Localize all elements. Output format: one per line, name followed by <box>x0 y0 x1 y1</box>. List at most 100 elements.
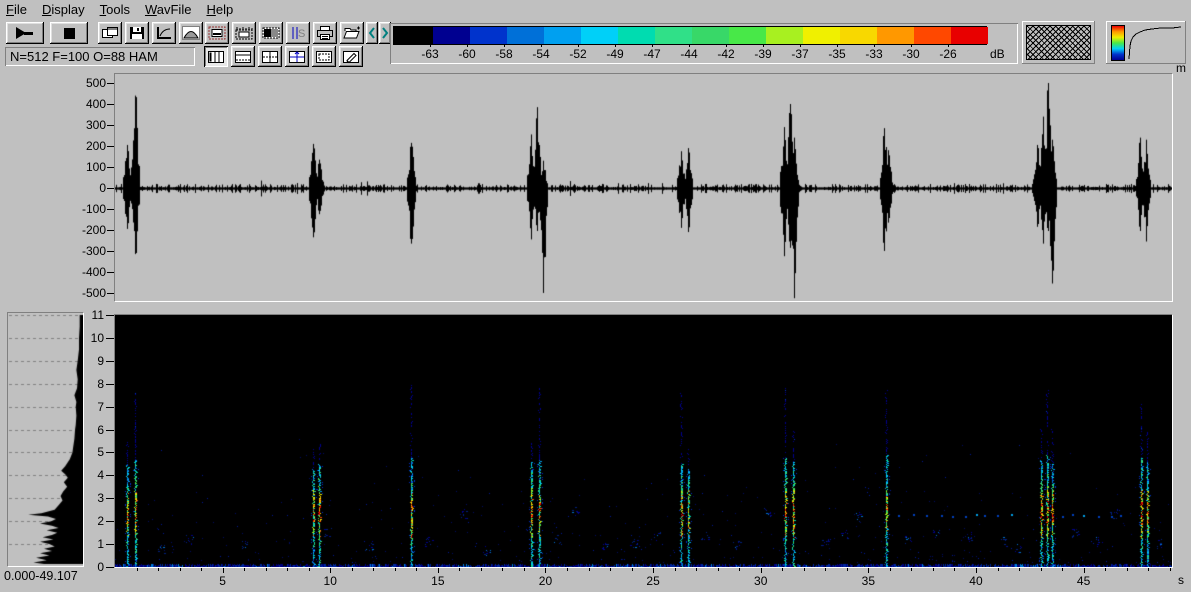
time-axis-tick <box>523 568 525 571</box>
colorbar-tick-label: -52 <box>569 47 587 61</box>
time-axis-tick <box>1040 568 1042 571</box>
transfer-curve-icon <box>1128 26 1182 60</box>
colorbar-segment <box>581 27 618 44</box>
waveform-ytick-label: 100 <box>85 160 106 174</box>
time-axis-tick <box>416 568 418 571</box>
colorbar-tick-label: -60 <box>458 47 476 61</box>
window-function-button[interactable] <box>179 22 203 44</box>
layout-single-pane-icon <box>315 50 333 64</box>
spectrogram-ytick <box>106 544 114 546</box>
spectrogram-ytick-label: 3 <box>97 491 104 506</box>
time-unit-label: s <box>1178 573 1184 587</box>
waveform-ytick <box>107 146 114 147</box>
layout-quad-arrows-button[interactable] <box>285 46 309 67</box>
time-axis-tick <box>825 568 827 571</box>
menu-file[interactable]: File <box>6 2 27 17</box>
time-axis-tick <box>846 568 848 571</box>
time-axis-tick <box>1019 568 1021 571</box>
spectrogram-ytick <box>106 452 114 454</box>
layout-single-pane-button[interactable] <box>312 46 336 67</box>
spectrogram-plot[interactable] <box>115 315 1172 567</box>
palette-gradient-bar <box>1111 25 1125 61</box>
cascade-windows-button[interactable] <box>98 22 122 44</box>
layout-quad-icon <box>261 50 279 64</box>
spectrogram-ytick-label: 1 <box>97 537 104 552</box>
open-file-button[interactable] <box>340 22 364 44</box>
spectrogram-ytick-label: 4 <box>97 468 104 483</box>
time-axis-tick <box>631 568 633 571</box>
time-axis-tick-label: 35 <box>861 574 876 588</box>
colorbar-segment <box>692 27 729 44</box>
edit-annotations-button[interactable] <box>339 46 363 67</box>
shade-region-button[interactable] <box>259 22 283 44</box>
time-axis-tick <box>373 568 375 571</box>
spectrogram-ytick <box>106 383 114 385</box>
time-axis-tick <box>394 568 396 571</box>
file-overview-panel[interactable] <box>1022 21 1095 64</box>
time-axis-tick <box>459 568 461 571</box>
time-axis-tick <box>502 568 504 571</box>
spectrogram-panel <box>114 314 1173 568</box>
layout-vertical-panes-button[interactable] <box>204 46 228 67</box>
menu-display[interactable]: Display <box>42 2 85 17</box>
time-axis-tick <box>1062 568 1064 571</box>
play-icon <box>10 25 40 41</box>
time-axis-tick <box>932 568 934 571</box>
save-button[interactable] <box>125 22 149 44</box>
colorbar-tick-label: -54 <box>532 47 550 61</box>
colorbar-tick-label: -49 <box>606 47 624 61</box>
layout-horizontal-split-button[interactable] <box>231 46 255 67</box>
stop-icon <box>54 25 84 41</box>
colorbar-segment <box>655 27 692 44</box>
colorbar-segment <box>840 27 877 44</box>
time-axis-tick-label: 25 <box>646 574 660 588</box>
colorbar-tick-label: -47 <box>643 47 661 61</box>
time-axis-tick <box>201 568 203 571</box>
colorbar-panel: dB -63 -60 -58 -54 -52 -49 -47 -44 -42 -39 -37 -35 -… <box>390 23 1018 64</box>
colorbar-segment <box>396 27 433 44</box>
menu-wavfile[interactable]: WavFile <box>145 2 191 17</box>
print-button[interactable] <box>313 22 337 44</box>
waveform-ytick-label: 500 <box>85 76 106 90</box>
colorbar-tick-label: -37 <box>791 47 809 61</box>
print-icon <box>316 26 334 40</box>
time-axis-tick <box>760 568 762 573</box>
colorbar-segment <box>877 27 914 44</box>
menubar: File Display Tools WavFile Help <box>0 0 1191 19</box>
spectrogram-ytick-label: 5 <box>97 445 104 460</box>
waveform-plot[interactable] <box>115 74 1172 301</box>
spectrogram-ytick-label: 2 <box>97 514 104 529</box>
time-axis-tick <box>287 568 289 571</box>
transfer-curve-button[interactable] <box>152 22 176 44</box>
menu-tools[interactable]: Tools <box>100 2 130 17</box>
stop-button[interactable] <box>50 22 88 44</box>
time-axis-tick <box>674 568 676 571</box>
waveform-ytick <box>107 167 114 168</box>
waveform-ytick-label: -300 <box>81 244 106 258</box>
waveform-ytick <box>107 209 114 210</box>
spectrogram-ytick <box>106 475 114 477</box>
time-axis-tick <box>480 568 482 571</box>
time-axis-tick <box>889 568 891 571</box>
colorbar-tick-label: -30 <box>902 47 920 61</box>
spectrogram-ytick-label: 0 <box>97 560 104 574</box>
annotate-display-button[interactable] <box>205 22 229 44</box>
time-axis-tick <box>136 568 138 571</box>
colorbar-segment <box>951 27 988 44</box>
time-scale-button[interactable] <box>232 22 256 44</box>
layout-quad-button[interactable] <box>258 46 282 67</box>
menu-help[interactable]: Help <box>206 2 233 17</box>
play-button[interactable] <box>6 22 44 44</box>
time-axis-tick <box>954 568 956 571</box>
waveform-ytick-label: -200 <box>81 223 106 237</box>
signal-settings-button[interactable]: S <box>286 22 310 44</box>
colorbar-segment <box>803 27 840 44</box>
colorbar-segment <box>914 27 951 44</box>
colorbar-tick-label: -42 <box>717 47 735 61</box>
time-axis-tick <box>158 568 160 571</box>
time-axis-tick <box>179 568 181 571</box>
waveform-ytick-label: 200 <box>85 139 106 153</box>
waveform-ytick-label: -100 <box>81 202 106 216</box>
signal-settings-icon: S <box>289 26 307 40</box>
prev-button[interactable] <box>366 22 378 44</box>
